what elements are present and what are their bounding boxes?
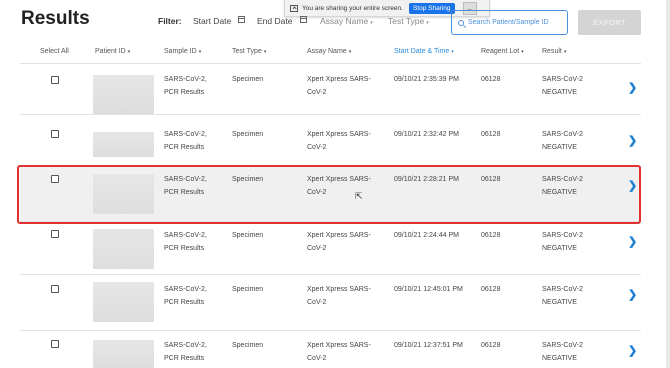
calendar-icon[interactable]: [300, 16, 307, 23]
row-checkbox[interactable]: [51, 340, 59, 348]
screen-share-icon: [290, 4, 298, 12]
stop-sharing-button[interactable]: Stop Sharing: [408, 2, 455, 14]
assay-name-cell: Xpert Xpress SARS- CoV-2: [307, 76, 371, 96]
patient-id-redacted: [93, 340, 154, 368]
column-header-start-date[interactable]: Start Date & Time ▾: [394, 48, 454, 55]
assay-name-filter[interactable]: Assay Name ▾: [320, 16, 373, 26]
reagent-lot-cell: 06128: [481, 131, 501, 138]
column-header-patient-id[interactable]: Patient ID ▾: [95, 48, 130, 55]
column-header-assay-name[interactable]: Assay Name ▾: [307, 48, 351, 55]
row-checkbox[interactable]: [51, 76, 59, 84]
result-cell: SARS-CoV-2 NEGATIVE: [542, 232, 583, 252]
end-date-filter[interactable]: End Date: [257, 16, 292, 26]
start-date-filter[interactable]: Start Date: [193, 16, 231, 26]
page-title: Results: [21, 8, 90, 29]
test-type-cell: Specimen: [232, 76, 264, 83]
start-date-cell: 09/10/21 2:24:44 PM: [394, 232, 459, 239]
reagent-lot-cell: 06128: [481, 232, 501, 239]
test-type-cell: Specimen: [232, 286, 264, 293]
window-edge: [666, 0, 670, 368]
test-type-cell: Specimen: [232, 232, 264, 239]
chevron-right-icon[interactable]: ❯: [628, 344, 637, 357]
start-date-cell: 09/10/21 12:37:51 PM: [394, 342, 463, 349]
reagent-lot-cell: 06128: [481, 76, 501, 83]
result-cell: SARS-CoV-2 NEGATIVE: [542, 286, 583, 306]
reagent-lot-cell: 06128: [481, 342, 501, 349]
assay-name-cell: Xpert Xpress SARS- CoV-2: [307, 232, 371, 252]
share-message: You are sharing your entire screen.: [302, 4, 403, 12]
row-checkbox[interactable]: [51, 230, 59, 238]
assay-name-cell: Xpert Xpress SARS- CoV-2: [307, 286, 371, 306]
select-all-header[interactable]: Select All: [40, 48, 69, 55]
sample-id-cell: SARS-CoV-2, PCR Results: [164, 232, 207, 252]
row-checkbox[interactable]: [51, 130, 59, 138]
table-row[interactable]: SARS-CoV-2, PCR Results Specimen Xpert Xp…: [20, 331, 641, 368]
reagent-lot-cell: 06128: [481, 286, 501, 293]
chevron-right-icon[interactable]: ❯: [628, 134, 637, 147]
start-date-cell: 09/10/21 2:35:39 PM: [394, 76, 459, 83]
filter-label: Filter:: [158, 16, 182, 26]
test-type-cell: Specimen: [232, 131, 264, 138]
test-type-filter[interactable]: Test Type ▾: [388, 16, 429, 26]
patient-id-redacted: [93, 229, 154, 269]
patient-id-redacted: [93, 282, 154, 322]
search-icon: [458, 19, 464, 26]
column-header-reagent-lot[interactable]: Reagent Lot ▾: [481, 48, 524, 55]
assay-name-cell: Xpert Xpress SARS- CoV-2: [307, 342, 371, 362]
chevron-right-icon[interactable]: ❯: [628, 81, 637, 94]
table-row[interactable]: SARS-CoV-2, PCR Results Specimen Xpert Xp…: [20, 276, 641, 331]
calendar-icon[interactable]: [238, 16, 245, 23]
sample-id-cell: SARS-CoV-2, PCR Results: [164, 342, 207, 362]
start-date-cell: 09/10/21 12:45:01 PM: [394, 286, 463, 293]
start-date-cell: 09/10/21 2:32:42 PM: [394, 131, 459, 138]
table-row[interactable]: SARS-CoV-2, PCR Results Specimen Xpert Xp…: [20, 64, 641, 115]
search-input[interactable]: Search Patient/Sample ID: [451, 10, 568, 35]
table-row[interactable]: SARS-CoV-2, PCR Results Specimen Xpert Xp…: [20, 116, 641, 167]
column-header-sample-id[interactable]: Sample ID ▾: [164, 48, 201, 55]
test-type-cell: Specimen: [232, 342, 264, 349]
mouse-cursor-icon: ⇱: [355, 191, 363, 201]
row-checkbox[interactable]: [51, 285, 59, 293]
column-header-result[interactable]: Result ▾: [542, 48, 566, 55]
result-cell: SARS-CoV-2 NEGATIVE: [542, 76, 583, 96]
export-button[interactable]: EXPORT: [578, 10, 641, 35]
patient-id-redacted: [93, 75, 154, 114]
table-row[interactable]: SARS-CoV-2, PCR Results Specimen Xpert Xp…: [20, 224, 641, 275]
sample-id-cell: SARS-CoV-2, PCR Results: [164, 286, 207, 306]
chevron-right-icon[interactable]: ❯: [628, 235, 637, 248]
assay-name-cell: Xpert Xpress SARS- CoV-2: [307, 131, 371, 151]
row-highlight-box: [17, 165, 641, 224]
patient-id-redacted: [93, 132, 154, 157]
result-cell: SARS-CoV-2 NEGATIVE: [542, 342, 583, 362]
result-cell: SARS-CoV-2 NEGATIVE: [542, 131, 583, 151]
sample-id-cell: SARS-CoV-2, PCR Results: [164, 76, 207, 96]
column-header-test-type[interactable]: Test Type ▾: [232, 48, 266, 55]
search-placeholder: Search Patient/Sample ID: [468, 19, 549, 26]
chevron-right-icon[interactable]: ❯: [628, 288, 637, 301]
sample-id-cell: SARS-CoV-2, PCR Results: [164, 131, 207, 151]
